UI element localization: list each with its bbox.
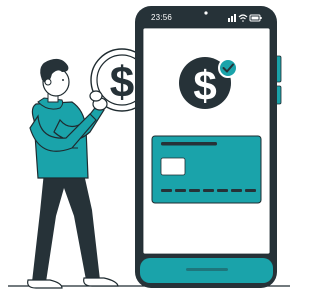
credit-card-icon <box>151 135 262 204</box>
svg-text:$: $ <box>193 62 216 109</box>
svg-text:$: $ <box>110 58 134 107</box>
payment-illustration: $ $ 23:56 <box>0 0 293 294</box>
card-chip <box>160 157 186 176</box>
card-number-dashes <box>161 189 256 192</box>
status-time: 23:56 <box>151 13 173 22</box>
camera-dot <box>204 11 208 15</box>
badge-checkmark-icon <box>218 58 238 78</box>
